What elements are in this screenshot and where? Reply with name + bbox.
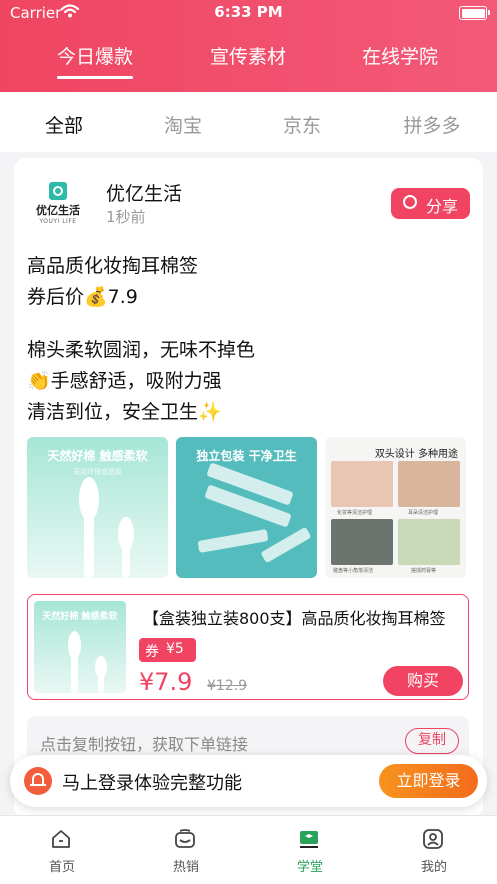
post-card: 优亿生活 YOUYI LIFE 优亿生活 1秒前 分享 高品质化妆掏耳棉签 券后…: [14, 158, 483, 818]
login-button[interactable]: 立即登录: [379, 764, 478, 798]
logo-text: 优亿生活: [36, 204, 80, 217]
profile-icon: [423, 829, 443, 849]
swab-pack-icon: [260, 526, 312, 564]
usage-photo: [398, 461, 460, 507]
product-image-3[interactable]: 双头设计 多种用途 化妆等清洁护理 耳朵清洁护理 键盘等小角落清洁 搓揉药膏等: [325, 437, 466, 578]
sale-price: ¥7.9: [139, 668, 193, 696]
top-tabs: 今日爆款 宣传素材 在线学院: [0, 42, 497, 82]
image-subcaption: 采用环保食品级: [73, 468, 122, 476]
coupon-badge: 券 ¥5: [139, 638, 196, 662]
cotton-tip-icon: [118, 517, 134, 551]
tab-label: 首页: [48, 860, 75, 875]
header: Carrier 6:33 PM 今日爆款 宣传素材 在线学院: [0, 0, 497, 92]
post-line: 高品质化妆掏耳棉签: [27, 255, 199, 277]
tab-home[interactable]: 首页: [22, 816, 102, 884]
coupon-amount: ¥5: [166, 641, 184, 657]
tab-online-academy[interactable]: 在线学院: [362, 42, 438, 69]
tab-school[interactable]: 学堂: [270, 816, 350, 884]
photo-caption: 化妆等清洁护理: [337, 510, 373, 516]
image-caption: 独立包装 干净卫生: [196, 449, 297, 463]
tab-label: 热销: [172, 860, 199, 875]
share-label: 分享: [426, 197, 459, 216]
tab-mine[interactable]: 我的: [394, 816, 474, 884]
status-bar: Carrier 6:33 PM: [0, 0, 497, 26]
tab-pinduoduo[interactable]: 拼多多: [403, 111, 460, 138]
login-banner: 马上登录体验完整功能 立即登录: [10, 755, 487, 807]
usage-photo: [331, 461, 393, 507]
share-icon: [403, 195, 417, 209]
original-price: ¥12.9: [207, 678, 248, 694]
photo-caption: 键盘等小角落清洁: [333, 568, 374, 574]
tab-label: 我的: [420, 860, 447, 875]
post-line: 👏手感舒适，吸附力强: [27, 370, 222, 392]
post-line: 棉头柔软圆润，无味不掉色: [27, 339, 256, 361]
photo-caption: 搓揉药膏等: [411, 568, 437, 574]
thumb-caption: 天然好棉 触感柔软: [42, 612, 118, 622]
tab-all[interactable]: 全部: [45, 111, 83, 138]
home-icon: [52, 830, 70, 848]
cotton-tip-icon: [68, 631, 81, 659]
post-line: 清洁到位，安全卫生✨: [27, 401, 222, 423]
logo-mark-icon: [49, 182, 67, 200]
tab-promo-materials[interactable]: 宣传素材: [210, 42, 286, 69]
product-thumbnail: 天然好棉 触感柔软: [34, 601, 126, 693]
bottom-tabbar: 首页 热销 学堂 我的: [0, 815, 497, 884]
image-caption: 天然好棉 触感柔软: [47, 449, 148, 463]
copy-hint: 点击复制按钮，获取下单链接: [40, 735, 249, 754]
tab-taobao[interactable]: 淘宝: [164, 111, 202, 138]
buy-button[interactable]: 购买: [383, 666, 463, 696]
school-icon: [300, 831, 318, 848]
share-button[interactable]: 分享: [391, 188, 470, 219]
hot-sale-icon: [175, 829, 195, 848]
usage-photo: [331, 519, 393, 565]
battery-icon: [459, 6, 490, 20]
platform-tabs: 全部 淘宝 京东 拼多多: [0, 92, 497, 152]
swab-pack-icon: [197, 529, 269, 553]
coupon-label: 券: [145, 644, 159, 660]
copy-button[interactable]: 复制: [405, 728, 459, 754]
tab-label: 学堂: [296, 860, 323, 875]
product-image-1[interactable]: 天然好棉 触感柔软 采用环保食品级: [27, 437, 168, 578]
image-caption: 双头设计 多种用途: [374, 449, 458, 460]
product-card[interactable]: 天然好棉 触感柔软 【盒装独立装800支】高品质化妆掏耳棉签 券 ¥5 ¥7.9…: [27, 594, 469, 700]
author-name: 优亿生活: [106, 183, 183, 205]
clock: 6:33 PM: [214, 3, 283, 21]
logo-subtext: YOUYI LIFE: [39, 218, 77, 225]
cotton-tip-icon: [95, 656, 107, 678]
product-image-2[interactable]: 独立包装 干净卫生: [176, 437, 317, 578]
bell-icon: [24, 767, 52, 795]
tab-hot-sale[interactable]: 热销: [146, 816, 226, 884]
cotton-tip-icon: [79, 477, 99, 521]
author-avatar: 优亿生活 YOUYI LIFE: [32, 180, 84, 232]
post-line: 券后价💰7.9: [27, 286, 138, 308]
product-title: 【盒装独立装800支】高品质化妆掏耳棉签: [143, 609, 446, 628]
login-prompt: 马上登录体验完整功能: [62, 773, 242, 794]
usage-photo: [398, 519, 460, 565]
tab-today-hot[interactable]: 今日爆款: [56, 42, 134, 79]
tab-jd[interactable]: 京东: [283, 111, 321, 138]
post-time: 1秒前: [106, 208, 146, 226]
photo-caption: 耳朵清洁护理: [408, 510, 439, 516]
